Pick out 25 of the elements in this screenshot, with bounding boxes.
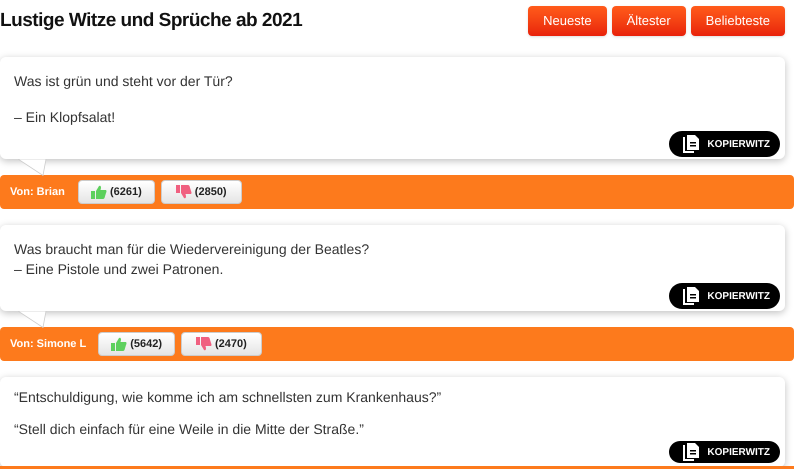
page-title: Lustige Witze und Sprüche ab 2021 — [0, 8, 302, 33]
joke-text: “Stell dich einfach für eine Weile in die Mitte der Straße.” — [14, 420, 365, 439]
joke-text: Was braucht man für die Wiedervereinigung der Beatles? – Eine Pistole und zwei Patronen. — [14, 240, 370, 279]
joke-text: Was ist grün und steht vor der Tür? — [14, 72, 234, 91]
dislike-button[interactable]: (2850) — [160, 180, 242, 204]
thumbs-down-icon — [176, 185, 192, 199]
document-icon — [681, 286, 702, 306]
document-icon — [681, 442, 702, 462]
document-icon — [681, 134, 702, 154]
thumbs-up-icon — [111, 337, 128, 351]
like-button[interactable]: (6261) — [78, 180, 155, 204]
author-name: Von: Brian — [10, 184, 66, 200]
sort-button[interactable]: Ältester — [612, 6, 686, 36]
thumbs-down-icon — [196, 337, 212, 351]
copy-joke-button[interactable]: KOPIERWITZ — [669, 283, 780, 309]
copy-joke-button[interactable]: KOPIERWITZ — [669, 131, 780, 157]
like-button[interactable]: (5642) — [98, 332, 175, 356]
joke-text: “Entschuldigung, wie komme ich am schnellsten zum Krankenhaus?” — [14, 388, 442, 407]
thumbs-up-icon — [91, 185, 107, 199]
copy-joke-button[interactable]: KOPIERWITZ — [669, 441, 780, 463]
author-name: Von: Simone L — [10, 336, 86, 352]
sort-button[interactable]: Neueste — [528, 6, 607, 36]
dislike-button[interactable]: (2470) — [180, 332, 262, 356]
joke-text: – Ein Klopfsalat! — [14, 108, 116, 127]
sort-button[interactable]: Beliebteste — [690, 6, 785, 36]
